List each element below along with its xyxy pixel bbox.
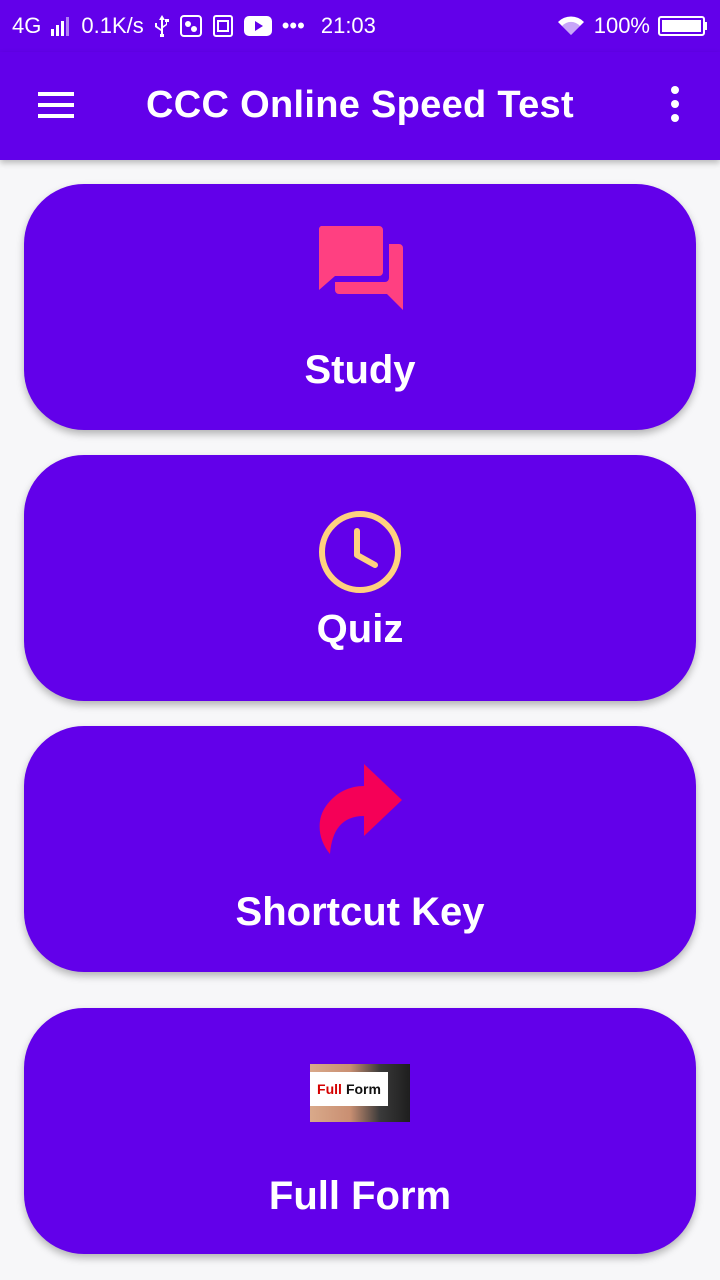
full-form-card[interactable]: Full Form Full Form bbox=[24, 1008, 696, 1254]
more-vert-icon bbox=[671, 86, 679, 122]
full-form-image: Full Form bbox=[24, 1064, 696, 1122]
more-notifications-icon: ••• bbox=[281, 13, 305, 38]
status-bar-right: 100% bbox=[556, 12, 708, 40]
usb-icon bbox=[154, 12, 170, 40]
full-form-image-word-2: Form bbox=[345, 1081, 381, 1097]
study-card[interactable]: Study bbox=[24, 184, 696, 430]
app-title: CCC Online Speed Test bbox=[146, 84, 574, 126]
wifi-icon bbox=[556, 12, 586, 40]
study-label: Study bbox=[304, 348, 416, 392]
full-form-thumbnail: Full Form bbox=[310, 1064, 410, 1122]
app-bar: CCC Online Speed Test bbox=[0, 52, 720, 160]
full-form-label: Full Form bbox=[268, 1174, 452, 1218]
forum-icon bbox=[24, 226, 696, 310]
quiz-card[interactable]: Quiz bbox=[24, 455, 696, 701]
clock-time: 21:03 bbox=[320, 13, 376, 38]
clock-icon bbox=[24, 509, 696, 595]
battery-icon bbox=[658, 12, 708, 40]
signal-icon bbox=[51, 12, 71, 40]
overflow-menu-button[interactable] bbox=[660, 84, 690, 124]
battery-level: 100% bbox=[593, 13, 650, 38]
sim-app-icon bbox=[212, 12, 234, 40]
quiz-label: Quiz bbox=[316, 607, 404, 651]
network-speed: 0.1K/s bbox=[81, 13, 144, 38]
status-bar-left: 4G 0.1K/s ••• 21:03 bbox=[12, 12, 376, 40]
notification-app-icon bbox=[179, 12, 202, 40]
share-arrow-icon bbox=[24, 764, 696, 856]
full-form-image-word-1: Full bbox=[317, 1081, 342, 1097]
shortcut-key-label: Shortcut Key bbox=[235, 890, 485, 934]
youtube-icon bbox=[243, 12, 272, 40]
full-form-image-card: Full Form bbox=[310, 1072, 388, 1106]
status-bar: 4G 0.1K/s ••• 21:03 100% bbox=[0, 0, 720, 52]
shortcut-key-card[interactable]: Shortcut Key bbox=[24, 726, 696, 972]
network-type: 4G bbox=[12, 13, 42, 38]
